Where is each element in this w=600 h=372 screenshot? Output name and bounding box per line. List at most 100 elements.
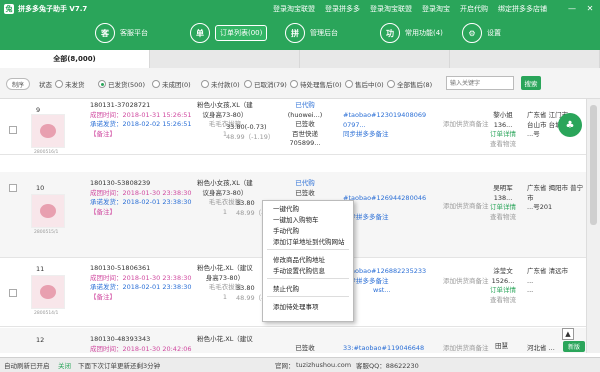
row-index: 9 (36, 106, 41, 114)
radio-label: 已发货(500) (108, 81, 145, 89)
nav-order-list[interactable]: 单订单列表(00) (190, 21, 268, 45)
nav-label: 管理后台 (310, 29, 338, 37)
vertical-scrollbar[interactable] (586, 99, 600, 353)
sync-pdd-note-link[interactable]: 同步拼多多备注 (343, 277, 426, 287)
order-detail-link[interactable]: 订单详情 (488, 130, 518, 140)
address-line: ... (527, 286, 534, 294)
group-time: 成团时间：2018-01-30 23:38:30 (90, 188, 192, 197)
radio-unshipped[interactable]: 未发货 (55, 79, 85, 89)
order-number: 180131-37028721 (90, 101, 151, 109)
nav-settings[interactable]: ⚙ 设置 (462, 21, 501, 45)
login-pdd-link[interactable]: 登录拼多多 (325, 4, 360, 14)
scroll-top-icon[interactable]: ▲ (562, 328, 574, 340)
nav-customer-service[interactable]: 客客服平台 (95, 21, 148, 45)
gear-icon: ⚙ (462, 23, 482, 43)
taobao-order[interactable]: #taobao#126944280046 (343, 194, 426, 204)
sync-pdd-note-link[interactable]: 同步拼多多备注 (343, 213, 426, 223)
close-icon[interactable]: ✕ (582, 2, 598, 14)
nav-admin[interactable]: 拼管理后台 (285, 21, 338, 45)
radio-label: 售后中(0) (355, 81, 384, 89)
address-line: 广东省 揭阳市 普宁 (527, 184, 584, 192)
row-checkbox[interactable] (9, 289, 17, 297)
menu-item-forbid-purchase[interactable]: 禁止代购 (263, 282, 353, 293)
scrollbar-thumb[interactable] (590, 105, 597, 225)
menu-item-add-to-cart[interactable]: 一键加入购物车 (263, 213, 353, 224)
row-checkbox[interactable] (9, 126, 17, 134)
site-link[interactable]: tuzizhushou.com (296, 361, 351, 369)
taobao-order[interactable]: 33:#taobao#119046648 (343, 344, 424, 353)
menu-item-manual-purchase[interactable]: 手动代购 (263, 224, 353, 235)
agent-status[interactable]: 已代购 (280, 179, 330, 189)
minimize-icon[interactable]: — (564, 2, 580, 14)
menu-item-add-todo[interactable]: 添加待处理事项 (263, 300, 353, 311)
table-row[interactable]: 12 180130-48393343 成团时间：2018-01-30 20:42… (0, 328, 586, 353)
search-button[interactable]: 搜索 (521, 76, 541, 90)
table-row[interactable]: 9 2800516/1 180131-37028721 成团时间：2018-01… (0, 99, 586, 155)
search-input[interactable] (446, 76, 514, 90)
radio-pending-aftersale[interactable]: 待处理售后(0) (290, 79, 342, 89)
status-bar: 自动刷新已开启 关闭 下面下次订单更新还剩3分钟 官网： tuzizhushou… (0, 357, 600, 372)
view-logistics-link[interactable]: 查看物流 (488, 140, 518, 150)
buyer-phone: 136... (493, 120, 513, 129)
tab-store-2[interactable] (150, 50, 300, 68)
product-thumbnail[interactable] (31, 194, 65, 228)
auto-refresh-off-link[interactable]: 关闭 (58, 360, 71, 370)
bind-pdd-store-link[interactable]: 绑定拼多多店铺 (498, 4, 547, 14)
menu-item-one-click-purchase[interactable]: 一键代购 (263, 202, 353, 213)
amount-info: 33.80(-0.73) 48.99（-1.19） (226, 123, 274, 142)
group-time: 成团时间：2018-01-30 20:42:06 (90, 344, 192, 353)
nav-label: 常用功能(4) (405, 29, 443, 37)
view-logistics-link[interactable]: 查看物流 (488, 296, 518, 306)
view-logistics-link[interactable]: 查看物流 (488, 213, 518, 223)
sort-button[interactable]: 制序 (6, 78, 31, 90)
radio-all-aftersale[interactable]: 全部售后(8) (387, 79, 432, 89)
agent-info: 已签收 (280, 344, 330, 353)
login-taobao-alliance-link-2[interactable]: 登录淘宝联盟 (370, 4, 412, 14)
menu-item-add-address[interactable]: 添加订单地址到代购网站 (263, 235, 353, 246)
add-supplier-note-link[interactable]: 添加供货商备注 (443, 277, 489, 287)
menu-item-manual-set-info[interactable]: 手动设置代购信息 (263, 264, 353, 275)
taobao-order[interactable]: #taobao#123019408069 (343, 111, 426, 121)
radio-cancelled[interactable]: 已取消(79) (244, 79, 287, 89)
add-supplier-note-link[interactable]: 添加供货商备注 (443, 202, 489, 212)
product-line: 粉色小女孩,XL（建 (197, 101, 253, 109)
menu-item-edit-product-url[interactable]: 修改商品代购地址 (263, 253, 353, 264)
radio-not-grouped[interactable]: 未成团(0) (152, 79, 191, 89)
login-taobao-alliance-link[interactable]: 登录淘宝联盟 (273, 4, 315, 14)
add-supplier-note-link[interactable]: 添加供货商备注 (443, 344, 489, 353)
qq-contact: 客服QQ：88622230 (356, 362, 419, 370)
agent-status[interactable]: 已代购 (280, 101, 330, 111)
product-thumbnail[interactable] (31, 275, 65, 309)
new-version-button[interactable]: 新版 (563, 341, 585, 352)
tab-store-3[interactable] (300, 50, 450, 68)
radio-label: 已取消(79) (254, 81, 287, 89)
taobao-info: #taobao#126944280046 ... 同步拼多多备注 (343, 194, 426, 223)
product-line: 粉色小女孩,XL（建 (197, 179, 253, 187)
product-line: 粉色小花,XL（建议 (197, 335, 253, 343)
add-supplier-note-link[interactable]: 添加供货商备注 (443, 120, 489, 130)
tab-store-4[interactable] (450, 50, 600, 68)
group-time: 成团时间：2018-01-30 23:38:30 (90, 273, 192, 282)
address-line: 广东省 清远市 (527, 267, 569, 275)
sync-pdd-note-link[interactable]: 同步拼多多备注 (343, 130, 426, 140)
radio-label: 未发货 (65, 81, 85, 89)
taobao-order[interactable]: #taobao#126882235233 (343, 267, 426, 277)
taobao-info: #taobao#123019408069 0797... 同步拼多多备注 (343, 111, 426, 140)
signed-status: 已签收 (295, 120, 315, 128)
row-checkbox[interactable] (9, 184, 17, 192)
order-detail-link[interactable]: 订单详情 (488, 203, 518, 213)
order-detail-link[interactable]: 订单详情 (488, 286, 518, 296)
taobao-order-tail: 0797... (343, 120, 366, 129)
floating-action-icon[interactable]: ♣ (558, 113, 582, 137)
login-taobao-link[interactable]: 登录淘宝 (422, 4, 450, 14)
enable-agent-link[interactable]: 开启代购 (460, 4, 488, 14)
tracking-number: 705899... (289, 139, 321, 147)
radio-shipped[interactable]: 已发货(500) (98, 79, 145, 89)
nav-common-functions[interactable]: 功常用功能(4) (380, 21, 443, 45)
radio-unpaid[interactable]: 未付款(0) (201, 79, 240, 89)
filter-bar: 制序 状态 未发货 已发货(500) 未成团(0) 未付款(0) 已取消(79)… (0, 68, 600, 99)
tab-all[interactable]: 全部(8,000) (0, 50, 150, 68)
product-thumbnail[interactable] (31, 114, 65, 148)
radio-in-aftersale[interactable]: 售后中(0) (345, 79, 384, 89)
menu-divider (267, 278, 349, 279)
